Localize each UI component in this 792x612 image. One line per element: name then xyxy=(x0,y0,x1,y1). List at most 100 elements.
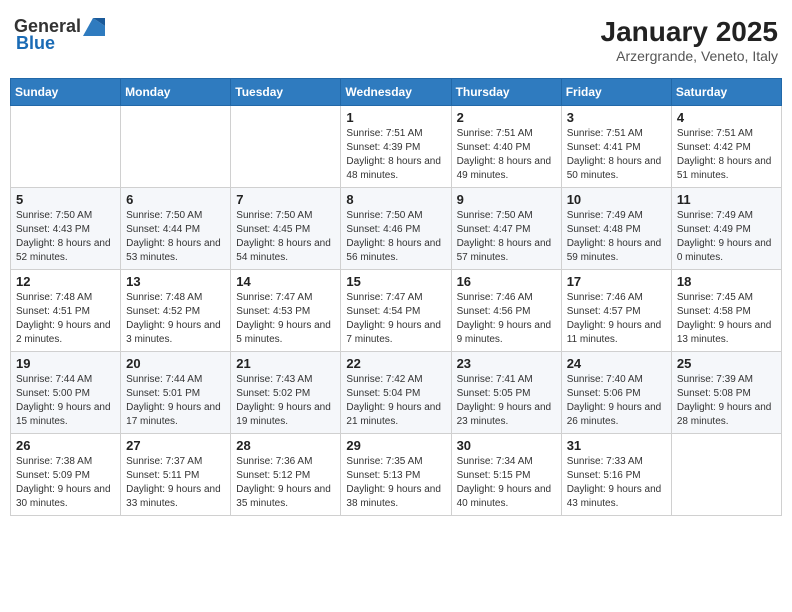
calendar-cell: 11 Sunrise: 7:49 AM Sunset: 4:49 PM Dayli… xyxy=(671,188,781,270)
calendar-cell xyxy=(11,106,121,188)
day-info: Sunrise: 7:41 AM Sunset: 5:05 PM Dayligh… xyxy=(457,373,556,429)
weekday-header-row: SundayMondayTuesdayWednesdayThursdayFrid… xyxy=(11,79,782,106)
day-info: Sunrise: 7:46 AM Sunset: 4:57 PM Dayligh… xyxy=(567,291,666,347)
day-info: Sunrise: 7:49 AM Sunset: 4:48 PM Dayligh… xyxy=(567,209,666,265)
calendar-cell: 18 Sunrise: 7:45 AM Sunset: 4:58 PM Dayli… xyxy=(671,270,781,352)
day-number: 18 xyxy=(677,274,776,289)
day-info: Sunrise: 7:49 AM Sunset: 4:49 PM Dayligh… xyxy=(677,209,776,265)
calendar-week-4: 19 Sunrise: 7:44 AM Sunset: 5:00 PM Dayli… xyxy=(11,352,782,434)
calendar-cell: 28 Sunrise: 7:36 AM Sunset: 5:12 PM Dayli… xyxy=(231,434,341,516)
day-info: Sunrise: 7:36 AM Sunset: 5:12 PM Dayligh… xyxy=(236,455,335,511)
day-info: Sunrise: 7:48 AM Sunset: 4:51 PM Dayligh… xyxy=(16,291,115,347)
day-info: Sunrise: 7:33 AM Sunset: 5:16 PM Dayligh… xyxy=(567,455,666,511)
calendar-cell: 25Sunrise: 7:39 AM Sunset: 5:08 PM Dayli… xyxy=(671,352,781,434)
calendar-week-5: 26 Sunrise: 7:38 AM Sunset: 5:09 PM Dayli… xyxy=(11,434,782,516)
day-number: 16 xyxy=(457,274,556,289)
day-info: Sunrise: 7:50 AM Sunset: 4:46 PM Dayligh… xyxy=(346,209,445,265)
weekday-header-tuesday: Tuesday xyxy=(231,79,341,106)
day-info: Sunrise: 7:51 AM Sunset: 4:41 PM Dayligh… xyxy=(567,127,666,183)
calendar-cell: 19 Sunrise: 7:44 AM Sunset: 5:00 PM Dayli… xyxy=(11,352,121,434)
day-number: 23 xyxy=(457,356,556,371)
calendar-cell: 16 Sunrise: 7:46 AM Sunset: 4:56 PM Dayli… xyxy=(451,270,561,352)
calendar-week-3: 12 Sunrise: 7:48 AM Sunset: 4:51 PM Dayli… xyxy=(11,270,782,352)
calendar-cell xyxy=(671,434,781,516)
day-number: 1 xyxy=(346,110,445,125)
calendar-cell: 14 Sunrise: 7:47 AM Sunset: 4:53 PM Dayli… xyxy=(231,270,341,352)
day-info: Sunrise: 7:37 AM Sunset: 5:11 PM Dayligh… xyxy=(126,455,225,511)
day-number: 28 xyxy=(236,438,335,453)
weekday-header-saturday: Saturday xyxy=(671,79,781,106)
day-number: 11 xyxy=(677,192,776,207)
day-number: 17 xyxy=(567,274,666,289)
calendar-cell: 4Sunrise: 7:51 AM Sunset: 4:42 PM Daylig… xyxy=(671,106,781,188)
calendar-cell: 15 Sunrise: 7:47 AM Sunset: 4:54 PM Dayli… xyxy=(341,270,451,352)
calendar-cell: 17 Sunrise: 7:46 AM Sunset: 4:57 PM Dayli… xyxy=(561,270,671,352)
day-number: 7 xyxy=(236,192,335,207)
day-info: Sunrise: 7:50 AM Sunset: 4:47 PM Dayligh… xyxy=(457,209,556,265)
calendar-cell: 31 Sunrise: 7:33 AM Sunset: 5:16 PM Dayli… xyxy=(561,434,671,516)
day-number: 19 xyxy=(16,356,115,371)
day-info: Sunrise: 7:46 AM Sunset: 4:56 PM Dayligh… xyxy=(457,291,556,347)
day-info: Sunrise: 7:48 AM Sunset: 4:52 PM Dayligh… xyxy=(126,291,225,347)
day-number: 24 xyxy=(567,356,666,371)
calendar-cell: 20Sunrise: 7:44 AM Sunset: 5:01 PM Dayli… xyxy=(121,352,231,434)
day-number: 12 xyxy=(16,274,115,289)
weekday-header-monday: Monday xyxy=(121,79,231,106)
day-info: Sunrise: 7:50 AM Sunset: 4:44 PM Dayligh… xyxy=(126,209,225,265)
day-number: 6 xyxy=(126,192,225,207)
calendar-cell: 30Sunrise: 7:34 AM Sunset: 5:15 PM Dayli… xyxy=(451,434,561,516)
day-number: 22 xyxy=(346,356,445,371)
calendar-cell: 7Sunrise: 7:50 AM Sunset: 4:45 PM Daylig… xyxy=(231,188,341,270)
day-number: 26 xyxy=(16,438,115,453)
day-info: Sunrise: 7:40 AM Sunset: 5:06 PM Dayligh… xyxy=(567,373,666,429)
location-title: Arzergrande, Veneto, Italy xyxy=(601,48,778,64)
day-info: Sunrise: 7:38 AM Sunset: 5:09 PM Dayligh… xyxy=(16,455,115,511)
calendar-cell: 26 Sunrise: 7:38 AM Sunset: 5:09 PM Dayli… xyxy=(11,434,121,516)
calendar-cell: 13 Sunrise: 7:48 AM Sunset: 4:52 PM Dayli… xyxy=(121,270,231,352)
calendar-cell xyxy=(121,106,231,188)
calendar-cell: 24 Sunrise: 7:40 AM Sunset: 5:06 PM Dayli… xyxy=(561,352,671,434)
day-number: 31 xyxy=(567,438,666,453)
day-number: 21 xyxy=(236,356,335,371)
day-info: Sunrise: 7:44 AM Sunset: 5:00 PM Dayligh… xyxy=(16,373,115,429)
day-info: Sunrise: 7:47 AM Sunset: 4:53 PM Dayligh… xyxy=(236,291,335,347)
calendar-cell: 2Sunrise: 7:51 AM Sunset: 4:40 PM Daylig… xyxy=(451,106,561,188)
day-number: 8 xyxy=(346,192,445,207)
calendar-cell: 21 Sunrise: 7:43 AM Sunset: 5:02 PM Dayli… xyxy=(231,352,341,434)
day-info: Sunrise: 7:42 AM Sunset: 5:04 PM Dayligh… xyxy=(346,373,445,429)
day-number: 5 xyxy=(16,192,115,207)
weekday-header-friday: Friday xyxy=(561,79,671,106)
logo-icon xyxy=(83,18,105,36)
day-number: 30 xyxy=(457,438,556,453)
day-info: Sunrise: 7:43 AM Sunset: 5:02 PM Dayligh… xyxy=(236,373,335,429)
month-title: January 2025 xyxy=(601,16,778,48)
calendar-table: SundayMondayTuesdayWednesdayThursdayFrid… xyxy=(10,78,782,516)
calendar-cell: 6 Sunrise: 7:50 AM Sunset: 4:44 PM Daylig… xyxy=(121,188,231,270)
day-number: 25 xyxy=(677,356,776,371)
calendar-cell: 12 Sunrise: 7:48 AM Sunset: 4:51 PM Dayli… xyxy=(11,270,121,352)
calendar-cell: 27 Sunrise: 7:37 AM Sunset: 5:11 PM Dayli… xyxy=(121,434,231,516)
title-area: January 2025 Arzergrande, Veneto, Italy xyxy=(601,16,778,64)
weekday-header-wednesday: Wednesday xyxy=(341,79,451,106)
weekday-header-sunday: Sunday xyxy=(11,79,121,106)
day-number: 15 xyxy=(346,274,445,289)
day-info: Sunrise: 7:45 AM Sunset: 4:58 PM Dayligh… xyxy=(677,291,776,347)
calendar-cell: 22 Sunrise: 7:42 AM Sunset: 5:04 PM Dayli… xyxy=(341,352,451,434)
calendar-cell: 23 Sunrise: 7:41 AM Sunset: 5:05 PM Dayli… xyxy=(451,352,561,434)
day-info: Sunrise: 7:50 AM Sunset: 4:43 PM Dayligh… xyxy=(16,209,115,265)
weekday-header-thursday: Thursday xyxy=(451,79,561,106)
day-info: Sunrise: 7:51 AM Sunset: 4:39 PM Dayligh… xyxy=(346,127,445,183)
day-number: 9 xyxy=(457,192,556,207)
calendar-cell: 10 Sunrise: 7:49 AM Sunset: 4:48 PM Dayli… xyxy=(561,188,671,270)
day-number: 27 xyxy=(126,438,225,453)
day-number: 13 xyxy=(126,274,225,289)
day-info: Sunrise: 7:47 AM Sunset: 4:54 PM Dayligh… xyxy=(346,291,445,347)
logo: General Blue xyxy=(14,16,105,54)
calendar-cell: 9 Sunrise: 7:50 AM Sunset: 4:47 PM Daylig… xyxy=(451,188,561,270)
calendar-cell xyxy=(231,106,341,188)
day-number: 10 xyxy=(567,192,666,207)
day-info: Sunrise: 7:51 AM Sunset: 4:42 PM Dayligh… xyxy=(677,127,776,183)
day-number: 29 xyxy=(346,438,445,453)
calendar-week-1: 1 Sunrise: 7:51 AM Sunset: 4:39 PM Daylig… xyxy=(11,106,782,188)
day-number: 14 xyxy=(236,274,335,289)
